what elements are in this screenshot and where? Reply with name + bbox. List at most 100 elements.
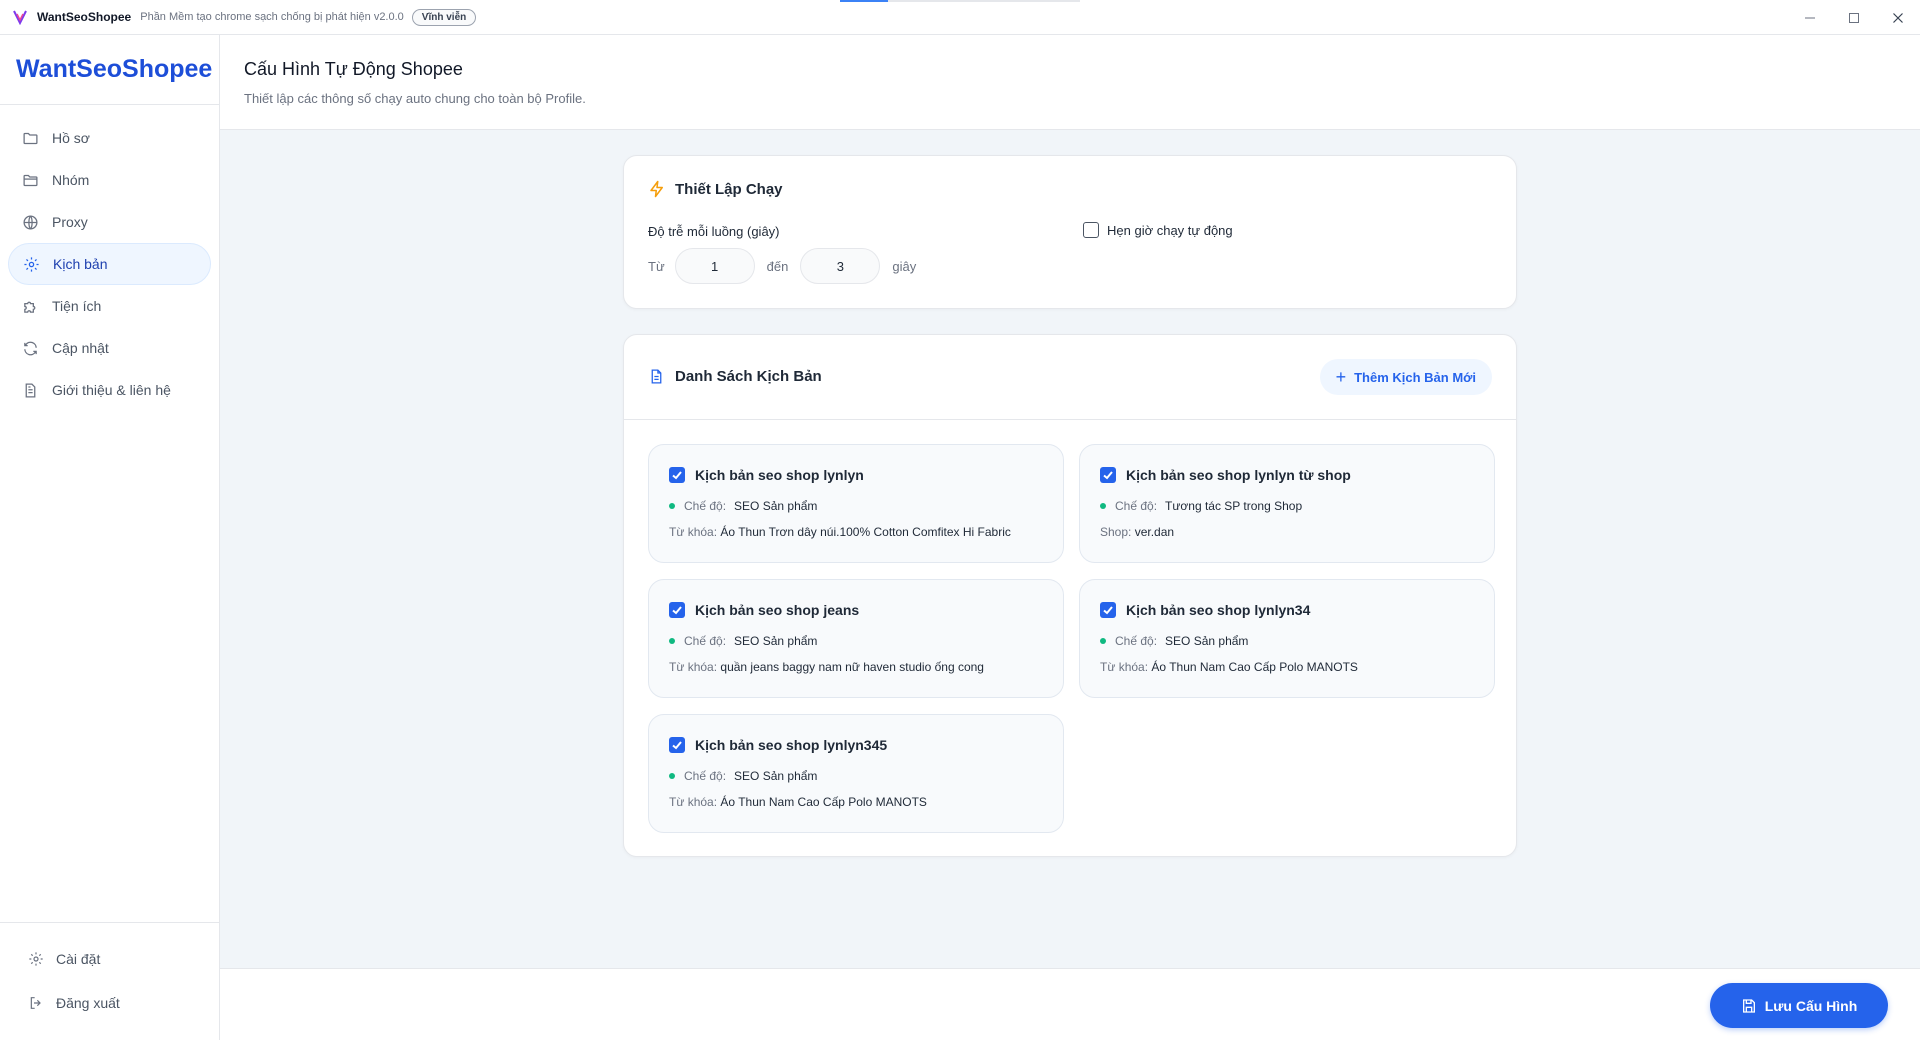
settings-link[interactable]: Cài đặt — [0, 937, 219, 981]
delay-to-label: đến — [766, 258, 789, 274]
run-settings-title: Thiết Lập Chạy — [648, 180, 783, 198]
script-meta: Từ khóa: Áo Thun Nam Cao Cấp Polo MANOTS — [669, 795, 927, 809]
script-item[interactable]: Kịch bản seo shop lynlyn Chế độ: SEO Sản… — [648, 444, 1064, 563]
lightning-icon — [648, 180, 666, 198]
script-checkbox[interactable] — [669, 602, 685, 618]
script-item[interactable]: Kịch bản seo shop lynlyn345 Chế độ: SEO … — [648, 714, 1064, 833]
delay-row: Từ đến giây — [648, 248, 916, 284]
script-mode: Chế độ: Tương tác SP trong Shop — [1100, 499, 1302, 513]
delay-to-input[interactable] — [800, 248, 881, 284]
script-item[interactable]: Kịch bản seo shop lynlyn từ shop Chế độ:… — [1079, 444, 1495, 563]
schedule-toggle[interactable]: Hẹn giờ chạy tự động — [1083, 222, 1233, 238]
script-header: Kịch bản seo shop lynlyn34 — [1100, 602, 1310, 618]
delay-from-label: Từ — [648, 258, 665, 274]
sidebar-item-tien-ich[interactable]: Tiện ích — [8, 285, 211, 327]
sidebar-item-proxy[interactable]: Proxy — [8, 201, 211, 243]
sidebar-item-label: Tiện ích — [52, 298, 102, 314]
delay-from-input[interactable] — [674, 248, 755, 284]
script-checkbox[interactable] — [1100, 467, 1116, 483]
check-icon — [1103, 471, 1113, 480]
script-mode: Chế độ: SEO Sản phẩm — [669, 769, 817, 783]
maximize-button[interactable] — [1832, 0, 1876, 35]
sidebar-item-gioi-thieu[interactable]: Giới thiệu & liên hệ — [8, 369, 211, 411]
titlebar-subtitle: Phần Mềm tạo chrome sạch chống bị phát h… — [140, 11, 404, 23]
divider — [624, 419, 1516, 420]
script-checkbox[interactable] — [669, 737, 685, 753]
script-header: Kịch bản seo shop lynlyn từ shop — [1100, 467, 1351, 483]
mode-key: Chế độ: — [1115, 634, 1158, 648]
mode-key: Chế độ: — [1115, 499, 1158, 513]
meta-value: Áo Thun Trơn dây núi.100% Cotton Comfite… — [720, 525, 1011, 539]
script-meta: Từ khóa: Áo Thun Trơn dây núi.100% Cotto… — [669, 525, 1011, 539]
status-dot-icon — [669, 773, 675, 779]
loading-progress-fill — [840, 0, 888, 2]
settings-icon — [28, 951, 44, 967]
document-list-icon — [648, 367, 666, 385]
script-meta: Shop: ver.dan — [1100, 525, 1174, 539]
window-controls — [1788, 0, 1920, 35]
meta-key: Shop: — [1100, 525, 1132, 539]
minimize-button[interactable] — [1788, 0, 1832, 35]
window-titlebar: WantSeoShopee Phần Mềm tạo chrome sạch c… — [0, 0, 1920, 35]
check-icon — [672, 606, 682, 615]
logout-icon — [28, 995, 44, 1011]
puzzle-icon — [22, 297, 40, 315]
license-badge: Vĩnh viễn — [411, 8, 477, 26]
page-description: Thiết lập các thông số chạy auto chung c… — [244, 91, 586, 106]
mode-key: Chế độ: — [684, 769, 727, 783]
document-icon — [22, 381, 40, 399]
mode-value: SEO Sản phẩm — [1165, 634, 1249, 648]
schedule-checkbox[interactable] — [1083, 222, 1099, 238]
meta-value: Áo Thun Nam Cao Cấp Polo MANOTS — [1151, 660, 1358, 674]
script-mode: Chế độ: SEO Sản phẩm — [1100, 634, 1248, 648]
logout-label: Đăng xuất — [56, 995, 120, 1011]
script-name: Kịch bản seo shop jeans — [695, 602, 860, 618]
page-footer: Lưu Cấu Hình — [220, 968, 1920, 1040]
script-item[interactable]: Kịch bản seo shop lynlyn34 Chế độ: SEO S… — [1079, 579, 1495, 698]
sidebar-item-label: Cập nhật — [52, 340, 109, 356]
save-config-button[interactable]: Lưu Cấu Hình — [1710, 983, 1888, 1028]
scripts-title-text: Danh Sách Kịch Bản — [675, 367, 822, 385]
script-name: Kịch bản seo shop lynlyn34 — [1126, 602, 1311, 618]
script-header: Kịch bản seo shop lynlyn345 — [669, 737, 887, 753]
meta-key: Từ khóa: — [669, 795, 718, 809]
scripts-title: Danh Sách Kịch Bản — [648, 367, 822, 385]
meta-key: Từ khóa: — [669, 660, 718, 674]
sidebar-bottom: Cài đặt Đăng xuất — [0, 922, 219, 1040]
close-icon — [1893, 12, 1903, 23]
script-item[interactable]: Kịch bản seo shop jeans Chế độ: SEO Sản … — [648, 579, 1064, 698]
page-title: Cấu Hình Tự Động Shopee — [244, 59, 463, 79]
script-checkbox[interactable] — [669, 467, 685, 483]
sidebar-nav: Hồ sơ Nhóm Proxy Kịch bản Tiện ích Cập n… — [0, 105, 219, 411]
close-window-button[interactable] — [1876, 0, 1920, 35]
sidebar: WantSeoShopee Hồ sơ Nhóm Proxy Kịch bản — [0, 35, 220, 1040]
save-icon — [1741, 998, 1757, 1014]
delay-label: Độ trễ mỗi luồng (giây) — [648, 224, 780, 239]
check-icon — [672, 471, 682, 480]
titlebar-app-name: WantSeoShopee — [37, 10, 132, 24]
sidebar-item-label: Nhóm — [52, 172, 90, 188]
app-logo-icon — [10, 7, 30, 27]
add-script-button[interactable]: + Thêm Kịch Bản Mới — [1319, 359, 1492, 395]
folder-icon — [22, 129, 40, 147]
sidebar-item-nhom[interactable]: Nhóm — [8, 159, 211, 201]
meta-value: ver.dan — [1134, 525, 1175, 539]
meta-value: Áo Thun Nam Cao Cấp Polo MANOTS — [720, 795, 927, 809]
sidebar-item-cap-nhat[interactable]: Cập nhật — [8, 327, 211, 369]
gear-icon — [23, 255, 41, 273]
page-header: Cấu Hình Tự Động Shopee Thiết lập các th… — [220, 35, 1920, 130]
script-name: Kịch bản seo shop lynlyn — [695, 467, 864, 483]
refresh-icon — [22, 339, 40, 357]
sidebar-item-ho-so[interactable]: Hồ sơ — [8, 117, 211, 159]
sidebar-item-label: Proxy — [52, 214, 88, 230]
mode-value: Tương tác SP trong Shop — [1165, 499, 1303, 513]
script-checkbox[interactable] — [1100, 602, 1116, 618]
logout-link[interactable]: Đăng xuất — [0, 981, 219, 1025]
add-script-label: Thêm Kịch Bản Mới — [1354, 369, 1476, 385]
sidebar-item-label: Hồ sơ — [52, 130, 90, 146]
save-config-label: Lưu Cấu Hình — [1764, 997, 1858, 1014]
sidebar-item-kich-ban[interactable]: Kịch bản — [8, 243, 211, 285]
scripts-card: Danh Sách Kịch Bản + Thêm Kịch Bản Mới K… — [623, 334, 1517, 857]
loading-progress-bar — [840, 0, 1080, 2]
status-dot-icon — [669, 638, 675, 644]
